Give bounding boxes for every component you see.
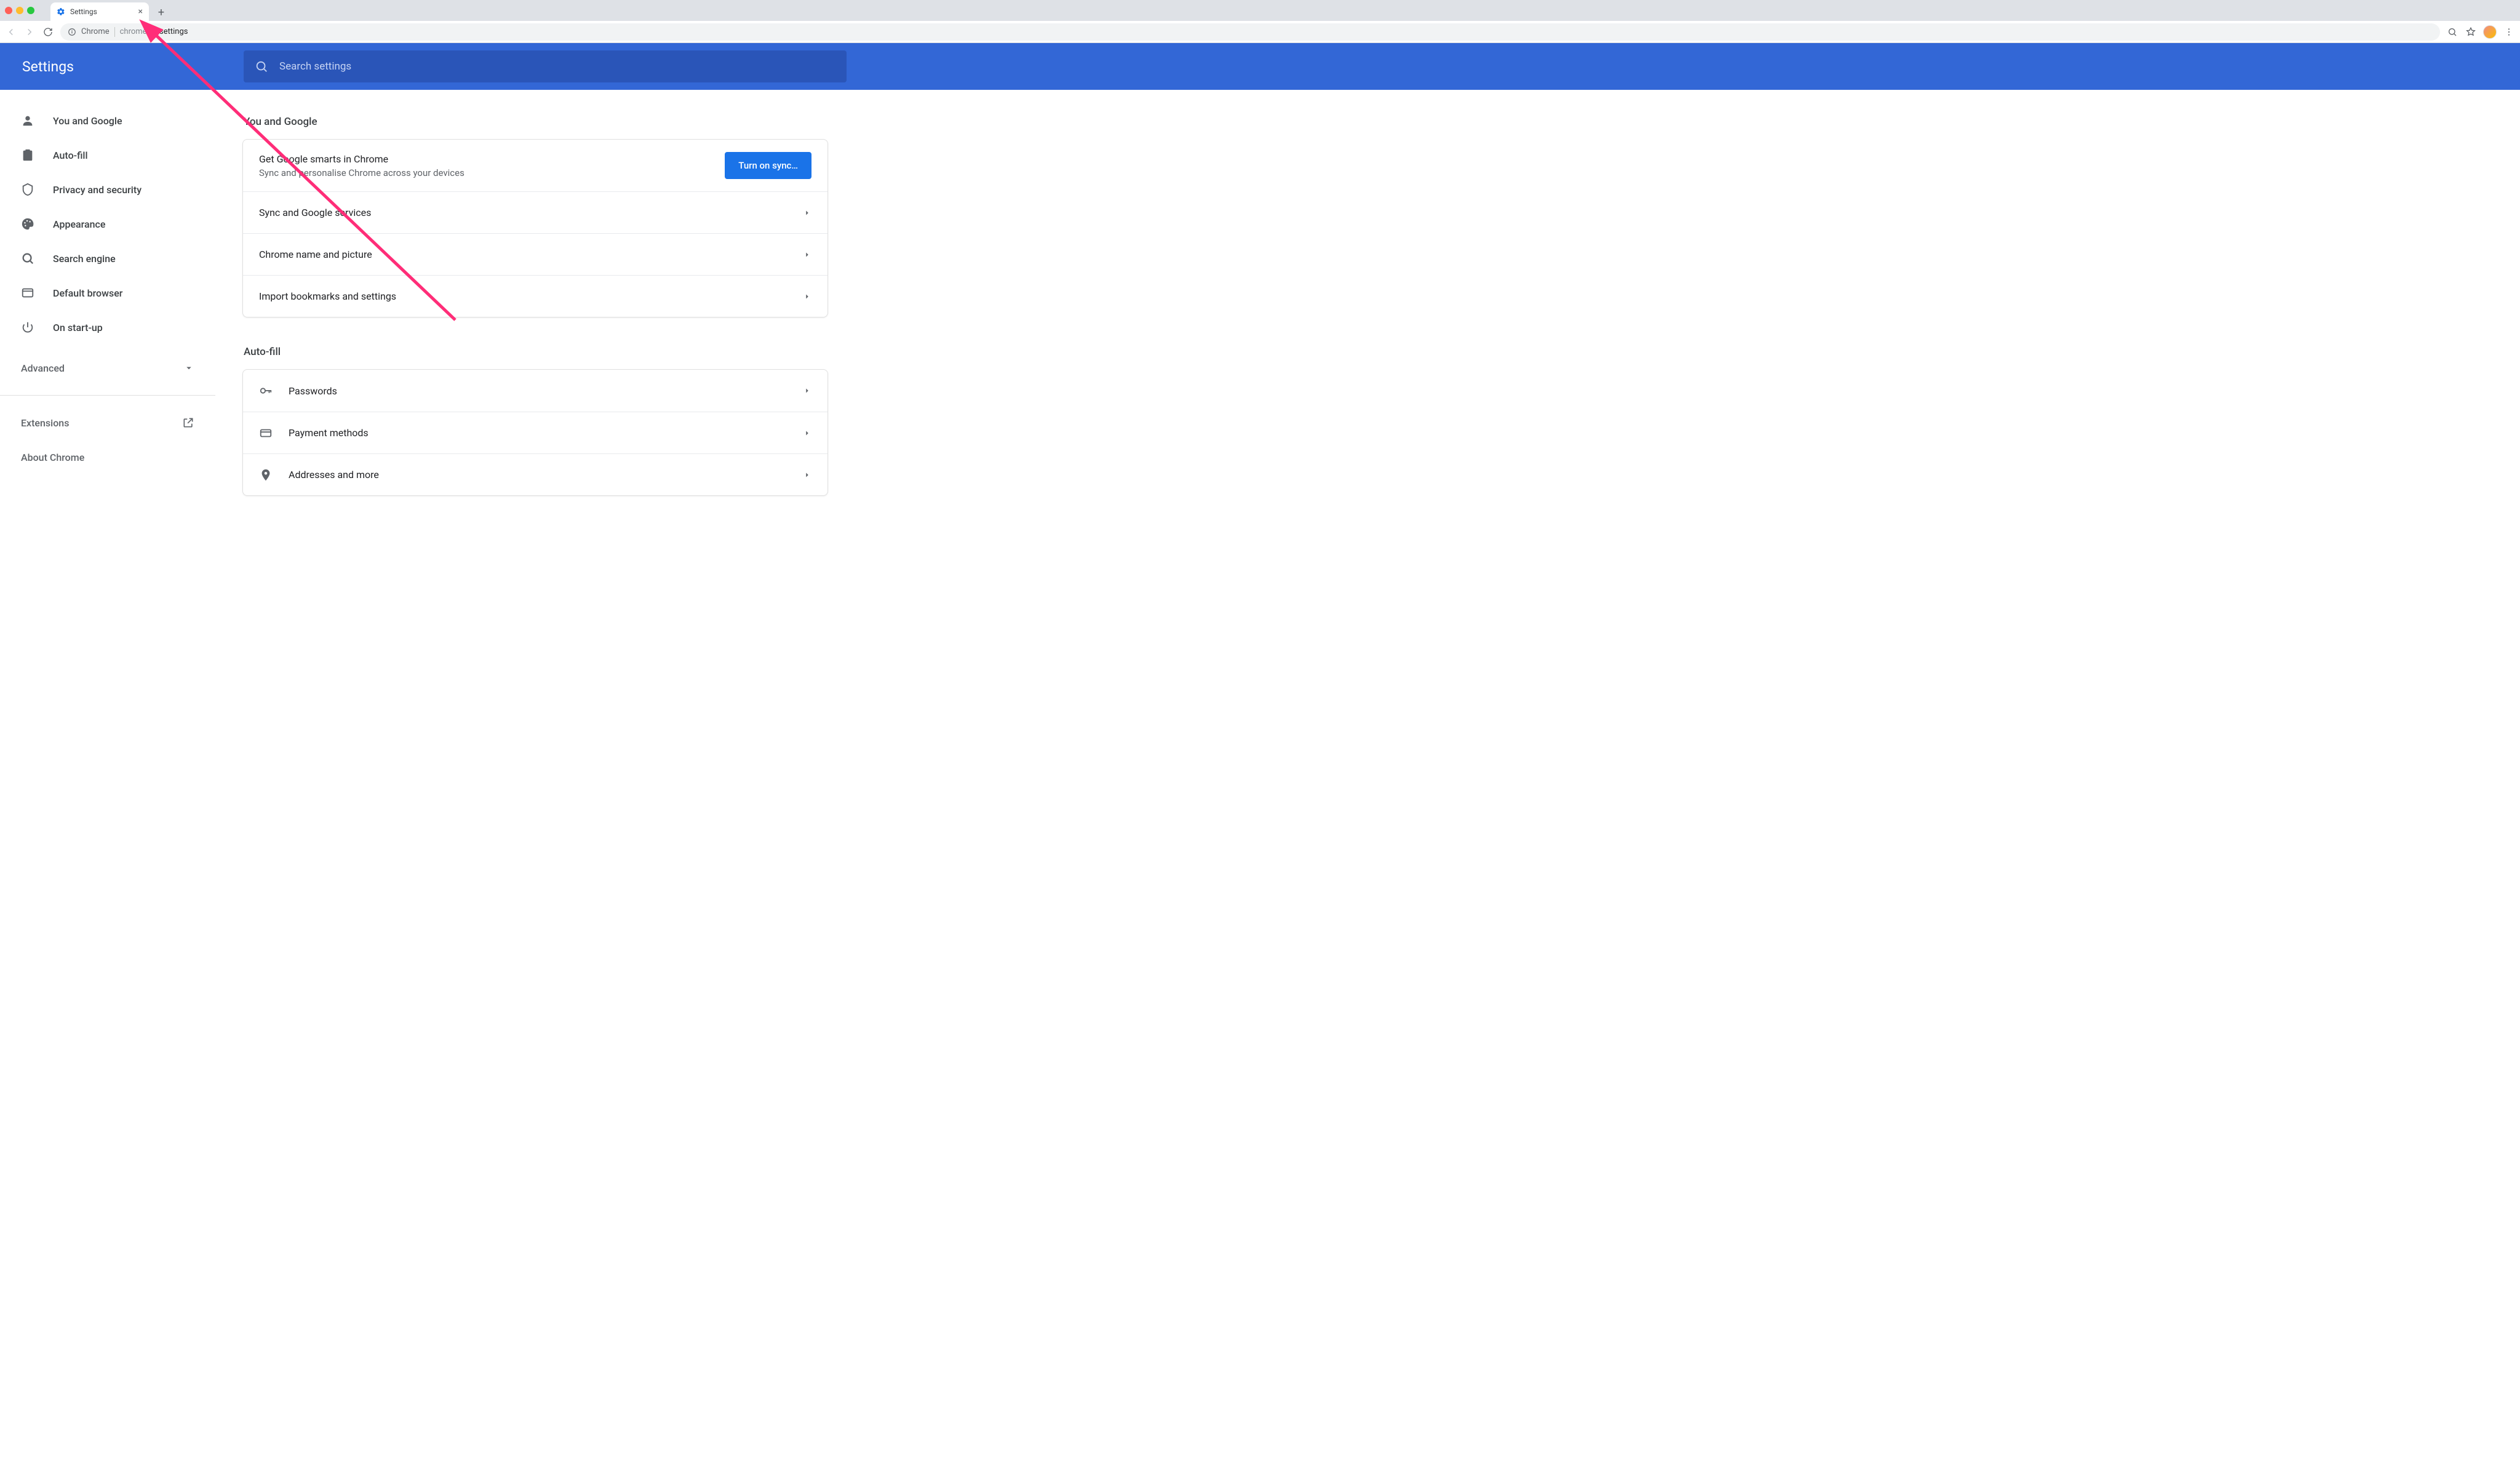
sidebar-item-label: Auto-fill bbox=[53, 150, 88, 161]
sidebar-item-label: Search engine bbox=[53, 253, 116, 265]
back-icon[interactable] bbox=[5, 26, 17, 38]
sync-promo-title: Get Google smarts in Chrome bbox=[259, 153, 465, 165]
sidebar-item-you-and-google[interactable]: You and Google bbox=[0, 103, 215, 138]
kebab-menu-icon[interactable] bbox=[2503, 26, 2515, 38]
chevron-right-icon bbox=[803, 209, 811, 217]
bookmark-star-icon[interactable] bbox=[2465, 26, 2477, 38]
reload-icon[interactable] bbox=[42, 26, 54, 38]
chevron-down-icon bbox=[183, 362, 194, 373]
sync-services-row[interactable]: Sync and Google services bbox=[243, 191, 827, 233]
section-title-autofill: Auto-fill bbox=[244, 346, 828, 358]
sidebar-item-auto-fill[interactable]: Auto-fill bbox=[0, 138, 215, 172]
browser-tab[interactable]: Settings × bbox=[50, 2, 149, 21]
sidebar-item-label: Appearance bbox=[53, 218, 105, 230]
clipboard-icon bbox=[21, 148, 34, 162]
tab-close-icon[interactable]: × bbox=[138, 7, 143, 17]
sidebar-divider bbox=[0, 395, 215, 396]
sidebar-item-label: You and Google bbox=[53, 115, 122, 127]
palette-icon bbox=[21, 217, 34, 231]
key-icon bbox=[259, 384, 273, 397]
open-in-new-icon bbox=[182, 417, 194, 429]
tab-title: Settings bbox=[70, 7, 134, 16]
settings-search-input[interactable] bbox=[279, 60, 835, 73]
import-bookmarks-row[interactable]: Import bookmarks and settings bbox=[243, 275, 827, 317]
forward-icon[interactable] bbox=[23, 26, 36, 38]
addresses-row[interactable]: Addresses and more bbox=[243, 453, 827, 495]
sidebar-about-link[interactable]: About Chrome bbox=[0, 440, 215, 474]
person-icon bbox=[21, 114, 34, 127]
chrome-name-picture-row[interactable]: Chrome name and picture bbox=[243, 233, 827, 275]
you-and-google-card: Get Google smarts in Chrome Sync and per… bbox=[242, 139, 828, 317]
url-origin-chip: Chrome bbox=[81, 27, 110, 36]
sidebar-item-privacy-security[interactable]: Privacy and security bbox=[0, 172, 215, 207]
sidebar-extensions-link[interactable]: Extensions bbox=[0, 405, 215, 440]
sidebar-item-appearance[interactable]: Appearance bbox=[0, 207, 215, 241]
sidebar-item-search-engine[interactable]: Search engine bbox=[0, 241, 215, 276]
zoom-icon[interactable] bbox=[2446, 26, 2458, 38]
sidebar-extensions-label: Extensions bbox=[21, 417, 69, 429]
autofill-card: Passwords Payment methods Addresses and … bbox=[242, 369, 828, 496]
sidebar-item-label: Default browser bbox=[53, 287, 122, 299]
sidebar-advanced-label: Advanced bbox=[21, 362, 65, 374]
row-label: Sync and Google services bbox=[259, 207, 371, 218]
chevron-right-icon bbox=[803, 292, 811, 301]
sync-promo-subtitle: Sync and personalise Chrome across your … bbox=[259, 167, 465, 178]
sidebar-item-label: On start-up bbox=[53, 322, 103, 333]
sidebar-item-on-startup[interactable]: On start-up bbox=[0, 310, 215, 345]
section-title-you-and-google: You and Google bbox=[244, 116, 828, 128]
settings-header: Settings bbox=[0, 43, 2520, 90]
chevron-right-icon bbox=[803, 471, 811, 479]
sync-promo-row: Get Google smarts in Chrome Sync and per… bbox=[243, 140, 827, 191]
site-info-icon[interactable] bbox=[68, 28, 76, 36]
browser-window-icon bbox=[21, 286, 34, 300]
chevron-right-icon bbox=[803, 429, 811, 437]
gear-icon bbox=[57, 7, 65, 16]
sidebar-advanced-toggle[interactable]: Advanced bbox=[0, 351, 215, 385]
chevron-right-icon bbox=[803, 386, 811, 395]
settings-sidebar: You and Google Auto-fill Privacy and sec… bbox=[0, 90, 215, 1484]
browser-chrome: Settings × + Chrome chrome:// settings bbox=[0, 0, 2520, 43]
turn-on-sync-button[interactable]: Turn on sync… bbox=[725, 152, 811, 179]
row-label: Payment methods bbox=[289, 427, 369, 439]
row-label: Addresses and more bbox=[289, 469, 379, 481]
sidebar-item-label: Privacy and security bbox=[53, 184, 142, 196]
search-icon bbox=[255, 60, 268, 73]
passwords-row[interactable]: Passwords bbox=[243, 370, 827, 412]
row-label: Import bookmarks and settings bbox=[259, 290, 396, 302]
settings-search[interactable] bbox=[244, 50, 847, 82]
sidebar-about-label: About Chrome bbox=[21, 452, 84, 463]
power-icon bbox=[21, 321, 34, 334]
chevron-right-icon bbox=[803, 250, 811, 259]
sidebar-item-default-browser[interactable]: Default browser bbox=[0, 276, 215, 310]
settings-main: You and Google Get Google smarts in Chro… bbox=[215, 90, 855, 1484]
location-pin-icon bbox=[259, 468, 273, 482]
address-bar[interactable]: Chrome chrome:// settings bbox=[60, 23, 2440, 41]
profile-avatar[interactable] bbox=[2483, 25, 2497, 39]
search-icon bbox=[21, 252, 34, 265]
page-title: Settings bbox=[22, 58, 219, 75]
row-label: Chrome name and picture bbox=[259, 249, 372, 260]
new-tab-button[interactable]: + bbox=[153, 4, 170, 21]
window-minimize-dot[interactable] bbox=[16, 7, 23, 14]
window-close-dot[interactable] bbox=[5, 7, 12, 14]
url-path: settings bbox=[159, 27, 188, 36]
credit-card-icon bbox=[259, 426, 273, 440]
row-label: Passwords bbox=[289, 385, 337, 397]
url-prefix: chrome:// bbox=[120, 27, 154, 36]
payment-methods-row[interactable]: Payment methods bbox=[243, 412, 827, 453]
window-maximize-dot[interactable] bbox=[27, 7, 34, 14]
shield-icon bbox=[21, 183, 34, 196]
omnibox-divider bbox=[114, 27, 115, 37]
